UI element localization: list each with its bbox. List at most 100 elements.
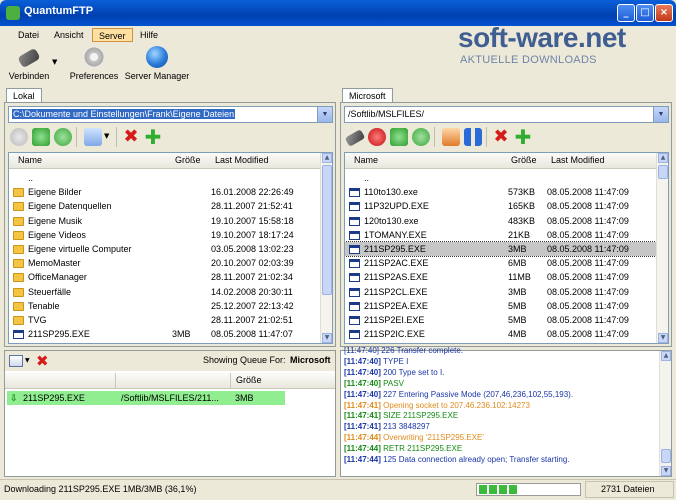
close-button[interactable]: × bbox=[655, 4, 673, 22]
file-row[interactable]: Steuerfälle 14.02.2008 20:30:11 bbox=[9, 285, 320, 299]
file-row[interactable]: 110to130.exe 573KB 08.05.2008 11:47:09 bbox=[345, 185, 656, 199]
file-row[interactable]: 211SP2EI.EXE 5MB 08.05.2008 11:47:09 bbox=[345, 313, 656, 327]
file-row[interactable]: 211SP295.EXE 3MB 08.05.2008 11:47:09 bbox=[345, 240, 657, 258]
file-row[interactable]: 211SP2AS.EXE 11MB 08.05.2008 11:47:09 bbox=[345, 270, 656, 284]
file-row[interactable]: .. bbox=[9, 171, 320, 185]
file-row[interactable]: 211SP2AC.EXE 6MB 08.05.2008 11:47:09 bbox=[345, 256, 656, 270]
file-row[interactable]: 211SP2CL.EXE 3MB 08.05.2008 11:47:09 bbox=[345, 285, 656, 299]
log-scrollbar[interactable]: ▲ ▼ bbox=[659, 351, 671, 476]
new-folder-icon[interactable]: ✚ bbox=[144, 127, 162, 147]
file-size: 5MB bbox=[508, 314, 527, 325]
server-manager-button[interactable]: Server Manager bbox=[124, 44, 190, 81]
file-row[interactable]: TVG 28.11.2007 21:02:51 bbox=[9, 313, 320, 327]
file-name: 211SP2IC.EXE bbox=[364, 329, 425, 340]
file-row[interactable]: 120to130.exe 483KB 08.05.2008 11:47:09 bbox=[345, 214, 656, 228]
folder-icon bbox=[13, 259, 24, 269]
scroll-thumb[interactable] bbox=[661, 449, 671, 463]
col-modified[interactable]: Last Modified bbox=[551, 153, 605, 168]
file-size: 165KB bbox=[508, 201, 536, 212]
queue-toolbar: ▼ ✖ Showing Queue For: Microsoft bbox=[5, 351, 335, 371]
col-name[interactable]: Name bbox=[18, 153, 42, 168]
pause-icon[interactable] bbox=[464, 128, 482, 146]
file-row[interactable]: 211SP295.EXE 3MB 08.05.2008 11:47:07 bbox=[9, 327, 320, 341]
tab-local[interactable]: Lokal bbox=[6, 88, 42, 103]
queue-dropdown-arrow-icon[interactable]: ▼ bbox=[25, 357, 30, 364]
file-row[interactable]: Eigene Datenquellen 28.11.2007 21:52:41 bbox=[9, 199, 320, 213]
scroll-up-icon[interactable]: ▲ bbox=[661, 351, 671, 361]
file-row[interactable]: .. bbox=[345, 171, 656, 185]
queue-item[interactable]: ⇩ 211SP295.EXE /Softlib/MSLFILES/211... … bbox=[7, 391, 285, 406]
file-row[interactable]: 211SP2IC.EXE 4MB 08.05.2008 11:47:09 bbox=[345, 327, 656, 341]
file-name: 211SP2AS.EXE bbox=[364, 272, 428, 283]
file-modified: 08.05.2008 11:47:09 bbox=[547, 314, 629, 325]
tab-microsoft[interactable]: Microsoft bbox=[342, 88, 393, 103]
download-icon[interactable] bbox=[442, 128, 460, 146]
arrow-up-icon[interactable] bbox=[390, 128, 408, 146]
connect-button[interactable]: Verbinden bbox=[6, 44, 52, 81]
file-icon bbox=[349, 244, 360, 254]
delete-icon[interactable]: ✖ bbox=[122, 128, 140, 146]
file-name: .. bbox=[364, 173, 370, 183]
refresh-icon[interactable] bbox=[412, 128, 430, 146]
col-size[interactable]: Größe bbox=[511, 153, 537, 168]
col-name[interactable]: Name bbox=[354, 153, 378, 168]
menu-server[interactable]: Server bbox=[92, 28, 133, 42]
file-row[interactable]: Eigene Musik 19.10.2007 15:58:18 bbox=[9, 214, 320, 228]
scroll-down-icon[interactable]: ▼ bbox=[658, 333, 668, 343]
log-line: [11:47:44] RETR 211SP295.EXE bbox=[344, 443, 656, 454]
file-row[interactable]: Eigene Bilder 16.01.2008 22:26:49 bbox=[9, 185, 320, 199]
menu-hilfe[interactable]: Hilfe bbox=[134, 28, 164, 42]
log-line: [11:47:44] 125 Data connection already o… bbox=[344, 454, 656, 465]
upload-dropdown-arrow-icon[interactable]: ▼ bbox=[104, 132, 109, 140]
download-progress-bar bbox=[476, 483, 581, 496]
scroll-down-icon[interactable]: ▼ bbox=[661, 466, 671, 476]
disconnect-icon[interactable] bbox=[344, 129, 366, 147]
maximize-button[interactable]: □ bbox=[636, 4, 654, 22]
file-name: 211SP295.EXE bbox=[364, 243, 426, 254]
preferences-button[interactable]: Preferences bbox=[66, 44, 122, 81]
scroll-up-icon[interactable]: ▲ bbox=[658, 153, 668, 163]
connect-dropdown-arrow-icon[interactable]: ▼ bbox=[52, 58, 57, 66]
file-row[interactable]: Tenable 25.12.2007 22:13:42 bbox=[9, 299, 320, 313]
log-timestamp: [11:47:44] bbox=[344, 455, 381, 465]
col-size[interactable]: Größe bbox=[175, 153, 201, 168]
refresh-icon[interactable] bbox=[54, 128, 72, 146]
remove-queue-icon[interactable]: ✖ bbox=[36, 352, 49, 370]
upload-icon[interactable] bbox=[84, 128, 102, 146]
file-row[interactable]: Eigene Videos 19.10.2007 18:17:24 bbox=[9, 228, 320, 242]
file-row[interactable]: 211SP2EA.EXE 5MB 08.05.2008 11:47:09 bbox=[345, 299, 656, 313]
queue-view-icon[interactable] bbox=[9, 355, 23, 367]
chevron-down-icon[interactable]: ▼ bbox=[653, 107, 668, 122]
menu-ansicht[interactable]: Ansicht bbox=[48, 28, 90, 42]
scroll-up-icon[interactable]: ▲ bbox=[322, 153, 332, 163]
scroll-down-icon[interactable]: ▼ bbox=[322, 333, 332, 343]
log-lines: [11:47:40] TYPE I [11:47:40] 200 Type set… bbox=[344, 356, 656, 465]
file-row[interactable]: 11P32UPD.EXE 165KB 08.05.2008 11:47:09 bbox=[345, 199, 656, 213]
queue-item-path: /Softlib/MSLFILES/211... bbox=[121, 393, 219, 403]
remote-scrollbar[interactable]: ▲ ▼ bbox=[656, 153, 668, 343]
file-row[interactable]: 1TOMANY.EXE 21KB 08.05.2008 11:47:09 bbox=[345, 228, 656, 242]
local-path-field[interactable]: C:\Dokumente und Einstellungen\Frank\Eig… bbox=[8, 106, 333, 123]
remote-path-field[interactable]: /Softlib/MSLFILES/ ▼ bbox=[344, 106, 669, 123]
stop-icon[interactable] bbox=[368, 128, 386, 146]
file-size: 483KB bbox=[508, 215, 536, 226]
arrow-up-icon[interactable] bbox=[32, 128, 50, 146]
col-modified[interactable]: Last Modified bbox=[215, 153, 269, 168]
chevron-down-icon[interactable]: ▼ bbox=[317, 107, 332, 122]
menu-datei[interactable]: Datei bbox=[12, 28, 45, 42]
minimize-button[interactable]: _ bbox=[617, 4, 635, 22]
file-row[interactable]: MemoMaster 20.10.2007 02:03:39 bbox=[9, 256, 320, 270]
delete-icon[interactable]: ✖ bbox=[492, 128, 510, 146]
file-name: Eigene virtuelle Computer bbox=[28, 243, 132, 254]
file-row[interactable]: Eigene virtuelle Computer 03.05.2008 13:0… bbox=[9, 242, 320, 256]
scroll-thumb[interactable] bbox=[658, 165, 668, 179]
log-line: [11:47:40] 227 Entering Passive Mode (20… bbox=[344, 389, 656, 400]
scroll-thumb[interactable] bbox=[322, 165, 332, 295]
local-scrollbar[interactable]: ▲ ▼ bbox=[320, 153, 332, 343]
log-timestamp: [11:47:41] bbox=[344, 411, 381, 421]
queue-col-size[interactable]: Größe bbox=[236, 373, 262, 388]
new-folder-icon[interactable]: ✚ bbox=[514, 127, 532, 147]
stop-icon[interactable] bbox=[10, 128, 28, 146]
file-icon bbox=[349, 230, 360, 240]
file-row[interactable]: OfficeManager 28.11.2007 21:02:34 bbox=[9, 270, 320, 284]
